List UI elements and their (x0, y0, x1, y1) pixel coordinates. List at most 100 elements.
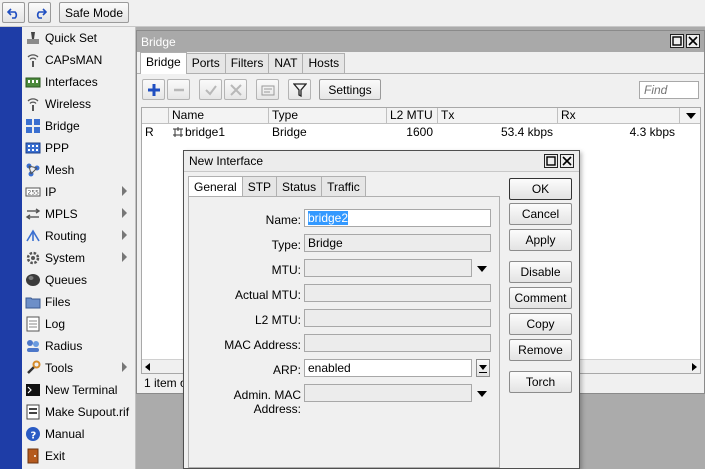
dialog-close-button[interactable] (560, 154, 574, 168)
column-header-name[interactable]: Name (169, 108, 269, 123)
arp-dropdown-button[interactable] (476, 359, 490, 377)
admin-mac-field[interactable] (304, 384, 472, 402)
scroll-right-icon[interactable] (692, 363, 697, 371)
torch-button[interactable]: Torch (509, 371, 572, 393)
sidebar-item-label: Interfaces (45, 75, 98, 89)
maximize-button[interactable] (670, 34, 684, 48)
sidebar-item-label: MPLS (45, 207, 78, 221)
undo-button[interactable] (2, 2, 25, 23)
sidebar-item-routing[interactable]: Routing (22, 225, 135, 247)
column-header-rx[interactable]: Rx (558, 108, 680, 123)
dialog-maximize-button[interactable] (544, 154, 558, 168)
redo-button[interactable] (28, 2, 51, 23)
tab-bridge[interactable]: Bridge (140, 52, 187, 74)
tab-ports[interactable]: Ports (185, 53, 226, 73)
apply-button[interactable]: Apply (509, 229, 572, 251)
row-type: Bridge (272, 125, 307, 139)
comment-interface-button[interactable]: Comment (509, 287, 572, 309)
interfaces-icon (25, 74, 41, 90)
tab-status[interactable]: Status (276, 176, 323, 196)
row-rx: 4.3 kbps (629, 125, 675, 139)
sidebar-item-label: Radius (45, 339, 83, 353)
tab-filters[interactable]: Filters (224, 53, 270, 73)
sidebar-item-manual[interactable]: ? Manual (22, 423, 135, 445)
sidebar-item-log[interactable]: Log (22, 313, 135, 335)
sidebar-item-mpls[interactable]: MPLS (22, 203, 135, 225)
redo-icon (36, 7, 47, 19)
scroll-left-icon[interactable] (145, 363, 150, 371)
terminal-icon (25, 382, 41, 398)
tab-hosts[interactable]: Hosts (302, 53, 346, 73)
remove-interface-button[interactable]: Remove (509, 339, 572, 361)
submenu-arrow-icon (122, 186, 127, 196)
cancel-button[interactable]: Cancel (509, 203, 572, 225)
sidebar-item-bridge[interactable]: Bridge (22, 115, 135, 137)
ppp-icon (25, 140, 41, 156)
dialog-titlebar[interactable]: New Interface (184, 151, 579, 172)
svg-text:?: ? (31, 431, 37, 442)
sidebar-item-label: System (45, 251, 86, 265)
new-interface-dialog: New Interface General STP Status Traffic… (183, 150, 580, 469)
sidebar-item-label: Wireless (45, 97, 92, 111)
column-header-type[interactable]: Type (269, 108, 387, 123)
filter-button[interactable] (288, 79, 311, 100)
close-icon (688, 36, 698, 46)
tab-stp[interactable]: STP (241, 176, 278, 196)
sidebar-item-make-supout[interactable]: Make Supout.rif (22, 401, 135, 423)
sidebar-item-tools[interactable]: Tools (22, 357, 135, 379)
dropdown-underline (479, 372, 487, 373)
sidebar-item-system[interactable]: System (22, 247, 135, 269)
sidebar-item-interfaces[interactable]: Interfaces (22, 71, 135, 93)
name-field[interactable]: bridge2 (304, 209, 491, 227)
sidebar-item-radius[interactable]: Radius (22, 335, 135, 357)
sidebar-item-capsman[interactable]: CAPsMAN (22, 49, 135, 71)
mac-address-label: MAC Address: (224, 338, 301, 352)
mtu-dropdown-icon[interactable] (477, 266, 487, 272)
tab-traffic[interactable]: Traffic (321, 176, 366, 196)
sidebar-item-label: CAPsMAN (45, 53, 103, 67)
sidebar-item-queues[interactable]: Queues (22, 269, 135, 291)
settings-button[interactable]: Settings (319, 79, 381, 100)
column-header-l2mtu[interactable]: L2 MTU (387, 108, 438, 123)
disable-interface-button[interactable]: Disable (509, 261, 572, 283)
sidebar-item-mesh[interactable]: Mesh (22, 159, 135, 181)
sidebar-item-new-terminal[interactable]: New Terminal (22, 379, 135, 401)
log-icon (25, 316, 41, 332)
sidebar-item-ip[interactable]: 255 IP (22, 181, 135, 203)
table-row[interactable]: R bridge1 Bridge 1600 53.4 kbps 4.3 kbps (142, 124, 700, 140)
column-menu-button[interactable] (680, 108, 700, 123)
sidebar-item-label: Make Supout.rif (45, 405, 130, 419)
table-header: Name Type L2 MTU Tx Rx (142, 108, 700, 124)
sidebar-item-files[interactable]: Files (22, 291, 135, 313)
safe-mode-button[interactable]: Safe Mode (59, 2, 129, 23)
comment-button[interactable] (256, 79, 279, 100)
disable-button[interactable] (224, 79, 247, 100)
sidebar-item-exit[interactable]: Exit (22, 445, 135, 467)
ok-button[interactable]: OK (509, 178, 572, 200)
copy-button[interactable]: Copy (509, 313, 572, 335)
add-button[interactable] (142, 79, 165, 100)
bridge-window-titlebar[interactable]: Bridge (137, 31, 704, 52)
tab-nat[interactable]: NAT (268, 53, 304, 73)
admin-mac-dropdown-icon[interactable] (477, 391, 487, 397)
close-button[interactable] (686, 34, 700, 48)
sidebar-item-label: Queues (45, 273, 88, 287)
sidebar-item-ppp[interactable]: PPP (22, 137, 135, 159)
sidebar-item-label: Bridge (45, 119, 80, 133)
mtu-field[interactable] (304, 259, 472, 277)
arp-select[interactable]: enabled (304, 359, 472, 377)
enable-button[interactable] (199, 79, 222, 100)
chevron-down-icon (479, 365, 487, 370)
tab-general[interactable]: General (188, 176, 243, 197)
column-header-tx[interactable]: Tx (438, 108, 558, 123)
sidebar-item-label: IP (45, 185, 57, 199)
sidebar-item-quick-set[interactable]: Quick Set (22, 27, 135, 49)
column-header-flag[interactable] (142, 108, 169, 123)
row-tx: 53.4 kbps (500, 125, 553, 139)
remove-button[interactable] (167, 79, 190, 100)
window-title: Bridge (141, 34, 176, 49)
sidebar-item-wireless[interactable]: Wireless (22, 93, 135, 115)
submenu-arrow-icon (122, 230, 127, 240)
find-input[interactable] (639, 81, 699, 99)
system-icon (25, 250, 41, 266)
